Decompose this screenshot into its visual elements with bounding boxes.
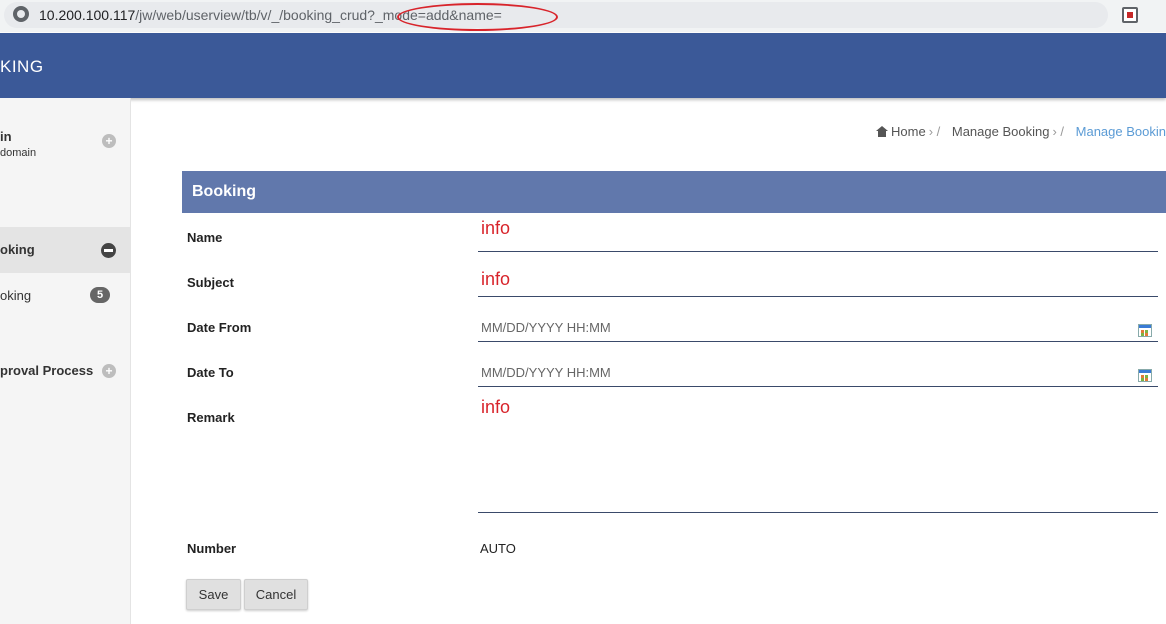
breadcrumb-home[interactable]: Home (891, 124, 926, 139)
breadcrumb-separator: › / (1052, 124, 1065, 139)
browser-address-bar: 10.200.100.117/jw/web/userview/tb/v/_/bo… (0, 0, 1166, 32)
date-to-label: Date To (187, 365, 234, 380)
cancel-button[interactable]: Cancel (244, 579, 308, 610)
breadcrumb: Home › / Manage Booking › / Manage Bookin (876, 124, 1166, 139)
form-panel-header: Booking (182, 171, 1166, 213)
breadcrumb-current: Manage Bookin (1075, 124, 1166, 139)
date-to-input[interactable]: MM/DD/YYYY HH:MM (481, 365, 611, 380)
app-header: KING (0, 33, 1166, 98)
name-input-underline (478, 251, 1158, 252)
sidebar-item-label: oking (0, 242, 35, 257)
url-host: 10.200.100.117 (39, 7, 136, 23)
date-from-label: Date From (187, 320, 252, 335)
sidebar-item-manage-booking[interactable]: oking (0, 288, 31, 303)
calendar-icon[interactable] (1138, 369, 1152, 382)
extension-icon[interactable] (1122, 7, 1138, 23)
remark-label: Remark (187, 410, 235, 425)
sidebar-item-approval-process[interactable]: proval Process (0, 363, 93, 378)
calendar-icon[interactable] (1138, 324, 1152, 337)
breadcrumb-manage-booking[interactable]: Manage Booking (952, 124, 1050, 139)
date-from-input[interactable]: MM/DD/YYYY HH:MM (481, 320, 611, 335)
sidebar-user-domain: domain (0, 147, 37, 159)
sidebar: in domain + oking oking 5 proval Process… (0, 98, 131, 624)
remark-underline (478, 512, 1158, 513)
url-highlight-ellipse (397, 3, 558, 31)
subject-input-underline (478, 296, 1158, 297)
home-icon (876, 126, 888, 137)
save-button[interactable]: Save (186, 579, 241, 610)
date-from-underline (478, 341, 1158, 342)
sidebar-user-name: in (0, 129, 12, 144)
number-value: AUTO (480, 541, 516, 556)
count-badge: 5 (90, 287, 110, 303)
site-info-icon[interactable] (13, 6, 29, 22)
form-title: Booking (192, 183, 256, 200)
name-input[interactable]: info (481, 218, 510, 239)
breadcrumb-separator: › / (928, 124, 941, 139)
plus-circle-icon[interactable]: + (102, 134, 116, 148)
minus-circle-icon[interactable] (101, 243, 116, 258)
app-title: KING (0, 57, 44, 76)
subject-input[interactable]: info (481, 269, 510, 290)
date-to-underline (478, 386, 1158, 387)
number-label: Number (187, 541, 237, 556)
name-label: Name (187, 230, 223, 245)
remark-textarea[interactable]: info (481, 397, 510, 418)
subject-label: Subject (187, 275, 234, 290)
plus-circle-icon[interactable]: + (102, 364, 116, 378)
